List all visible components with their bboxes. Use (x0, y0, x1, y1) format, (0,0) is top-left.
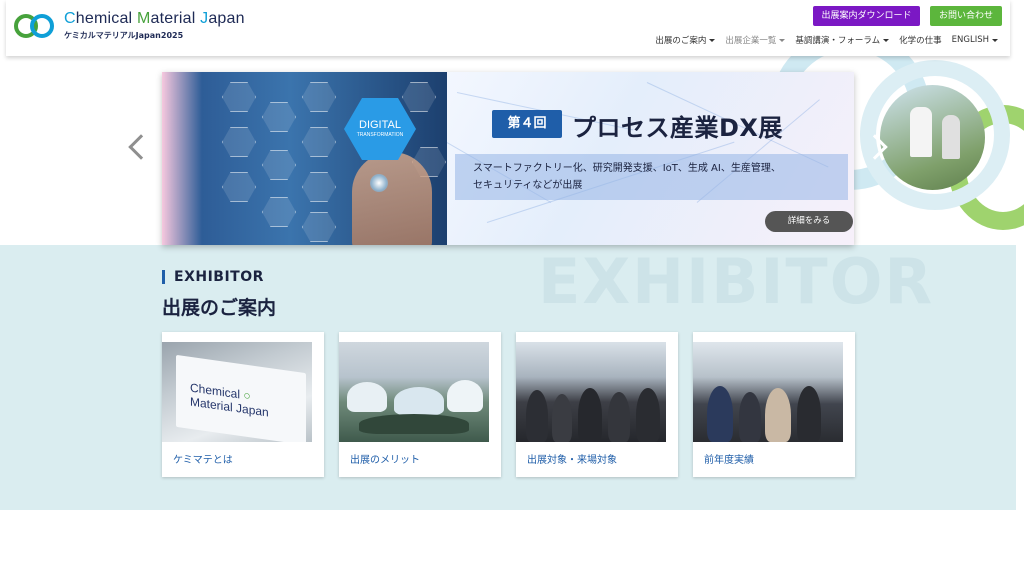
decor-photo-circle (880, 85, 985, 190)
logo-subtitle: ケミカルマテリアルJapan2025 (64, 31, 184, 40)
chevron-left-icon[interactable] (128, 134, 154, 160)
hero-details-button[interactable]: 詳細をみる (765, 211, 853, 232)
contact-button[interactable]: お問い合わせ (930, 6, 1002, 26)
nav-item-exhibitor-list[interactable]: 出展企業一覧 (725, 33, 786, 47)
card-about[interactable]: Chemical ○ Material Japan ケミマテとは (162, 332, 324, 477)
section-label: EXHIBITOR (162, 270, 264, 284)
card-image-crowd (693, 342, 843, 442)
caret-down-icon (992, 38, 998, 42)
edition-badge: 第４回 (492, 110, 562, 138)
logo-title: Chemical Material Japan (64, 10, 245, 27)
card-image-hall (339, 342, 489, 442)
main-nav: 出展のご案内 出展企業一覧 基調講演・フォーラム 化学の仕事 ENGLISH (655, 33, 998, 47)
hero-title: プロセス産業DX展 (572, 114, 783, 142)
card-targets[interactable]: 出展対象・来場対象 (516, 332, 678, 477)
hand-figure (352, 152, 432, 245)
card-benefits[interactable]: 出展のメリット (339, 332, 501, 477)
exhibitor-section: EXHIBITOR EXHIBITOR 出展のご案内 Chemical ○ Mat… (0, 245, 1016, 510)
hero-text-panel: 第４回 プロセス産業DX展 スマートファクトリー化、研究開発支援、IoT、生成 … (447, 72, 854, 245)
card-label: 出展のメリット (350, 455, 420, 466)
site-logo[interactable]: Chemical Material Japan ケミカルマテリアルJapan20… (14, 10, 245, 44)
nav-item-exhibit-info[interactable]: 出展のご案内 (655, 33, 716, 47)
card-label: 前年度実績 (704, 455, 754, 466)
site-header: Chemical Material Japan ケミカルマテリアルJapan20… (6, 0, 1010, 56)
card-results[interactable]: 前年度実績 (693, 332, 855, 477)
logo-rings-icon (14, 12, 58, 40)
card-label: ケミマテとは (173, 455, 233, 466)
caret-down-icon (779, 38, 786, 42)
touch-glow (370, 174, 388, 192)
card-label: 出展対象・来場対象 (527, 455, 617, 466)
nav-item-keynote-forum[interactable]: 基調講演・フォーラム (795, 33, 890, 47)
hero-image: DIGITAL TRANSFORMATION (162, 72, 447, 245)
hero-slide[interactable]: DIGITAL TRANSFORMATION 第４回 プロセス産業DX展 スマート… (162, 72, 854, 245)
download-brochure-button[interactable]: 出展案内ダウンロード (813, 6, 920, 26)
caret-down-icon (709, 38, 716, 42)
card-image-crowd (516, 342, 666, 442)
card-image-sign: Chemical ○ Material Japan (162, 342, 312, 442)
caret-down-icon (883, 38, 890, 42)
page: Chemical Material Japan ケミカルマテリアルJapan20… (0, 0, 1024, 576)
nav-item-chemistry-jobs[interactable]: 化学の仕事 (899, 33, 942, 47)
nav-item-english[interactable]: ENGLISH (952, 33, 998, 47)
section-background-word: EXHIBITOR (538, 245, 935, 318)
section-title: 出展のご案内 (162, 297, 277, 319)
hero-description: スマートファクトリー化、研究開発支援、IoT、生成 AI、生産管理、 セキュリテ… (455, 154, 848, 200)
